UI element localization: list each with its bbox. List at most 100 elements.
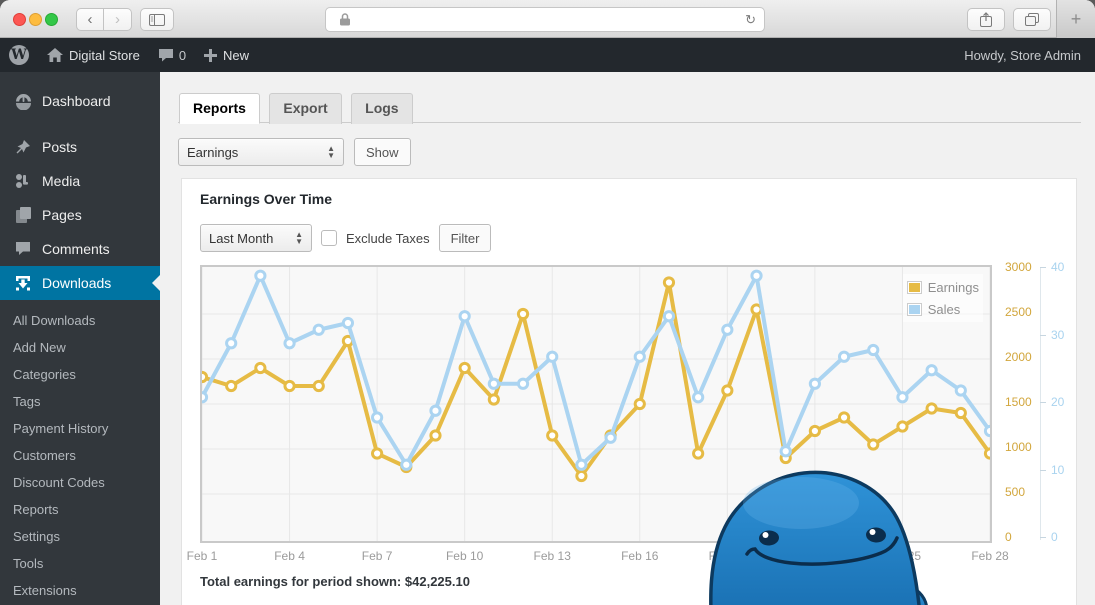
wp-logo-menu[interactable]: W — [0, 38, 38, 72]
browser-titlebar: ‹ › ↻ + — [0, 0, 1095, 38]
total-earnings-line: Total earnings for period shown: $42,225… — [200, 574, 470, 589]
lock-icon — [340, 13, 350, 26]
tab-logs[interactable]: Logs — [351, 93, 413, 124]
axis-tick-label: 10 — [1051, 462, 1065, 477]
report-type-select[interactable]: Earnings ▲ ▼ — [178, 138, 344, 166]
tabs-icon — [1025, 13, 1039, 26]
edd-mascot-graphic — [709, 470, 928, 605]
exclude-taxes-checkbox[interactable] — [321, 230, 337, 246]
media-icon — [13, 171, 33, 191]
exclude-taxes-label: Exclude Taxes — [346, 230, 430, 246]
share-icon — [980, 12, 992, 27]
legend-swatch — [906, 280, 922, 294]
sidebar-subitem-all-downloads[interactable]: All Downloads — [0, 307, 160, 334]
tab-reports[interactable]: Reports — [179, 93, 260, 124]
report-tabs: Reports Export Logs — [178, 92, 1081, 124]
comment-count: 0 — [178, 47, 187, 63]
sidebar-subitem-extensions[interactable]: Extensions — [0, 577, 160, 604]
address-bar[interactable]: ↻ — [325, 7, 765, 32]
howdy-account-menu[interactable]: Howdy, Store Admin — [964, 48, 1095, 63]
axis-tick-label: 500 — [1005, 485, 1026, 499]
select-arrows-icon: ▲ ▼ — [327, 144, 335, 160]
browser-window: ‹ › ↻ + W Digital Store 0 New Howdy, Sto… — [0, 0, 1095, 605]
sales-axis-tick — [1040, 402, 1046, 403]
sales-axis-tick — [1040, 267, 1046, 268]
axis-tick-label: 2500 — [1005, 305, 1032, 319]
share-button[interactable] — [967, 8, 1005, 31]
sidebar-subitem-customers[interactable]: Customers — [0, 442, 160, 469]
tab-export[interactable]: Export — [269, 93, 342, 124]
tab-overview-button[interactable] — [1013, 8, 1051, 31]
axis-tick-label: Feb 7 — [361, 549, 393, 563]
filter-button[interactable]: Filter — [438, 224, 492, 252]
axis-tick-label: 0 — [1051, 530, 1058, 544]
chart-area: Earnings Sales 0 500 1000 1500 2000 2500… — [187, 260, 1076, 605]
axis-tick-label: 40 — [1051, 260, 1065, 274]
axis-tick-label: Feb 16 — [621, 549, 659, 563]
dashboard-icon — [13, 91, 33, 111]
sales-axis-tick — [1040, 537, 1046, 538]
sales-axis-tick — [1040, 469, 1046, 471]
axis-tick-label: Feb 28 — [971, 549, 1009, 563]
sidebar-item-pages[interactable]: Pages — [0, 198, 160, 232]
legend-item-earnings: Earnings — [906, 276, 979, 298]
forward-button[interactable]: › — [104, 8, 132, 31]
sidebar-item-downloads[interactable]: Downloads — [0, 266, 160, 300]
sidebar-icon — [149, 13, 165, 26]
pages-icon — [13, 205, 33, 225]
show-button[interactable]: Show — [354, 138, 411, 166]
sidebar-subitem-add-new[interactable]: Add New — [0, 334, 160, 361]
comments-icon — [13, 239, 33, 259]
legend-swatch — [906, 302, 922, 316]
site-name: Digital Store — [69, 47, 140, 63]
download-icon — [13, 273, 33, 293]
date-range-select[interactable]: Last Month ▲ ▼ — [200, 224, 312, 252]
sidebar-item-comments[interactable]: Comments — [0, 232, 160, 266]
chart-legend: Earnings Sales — [902, 274, 983, 322]
new-label: New — [223, 47, 250, 63]
new-tab-button[interactable]: + — [1056, 0, 1095, 38]
axis-tick-label: 2000 — [1005, 350, 1032, 364]
axis-tick-label: Feb 13 — [533, 549, 571, 563]
sidebar-subitem-discount-codes[interactable]: Discount Codes — [0, 469, 160, 496]
new-content-menu[interactable]: New — [195, 38, 258, 72]
sidebar-subitem-payment-history[interactable]: Payment History — [0, 415, 160, 442]
legend-item-sales: Sales — [906, 298, 979, 320]
axis-tick-label: 1000 — [1005, 440, 1032, 454]
admin-sidebar: Dashboard Posts Media Pages Comments Dow… — [0, 72, 160, 605]
minimize-window-button[interactable] — [29, 13, 42, 26]
close-window-button[interactable] — [13, 13, 26, 26]
plus-icon — [204, 48, 218, 62]
back-button[interactable]: ‹ — [76, 8, 104, 31]
downloads-submenu: All Downloads Add New Categories Tags Paymen… — [0, 300, 160, 605]
sidebar-item-posts[interactable]: Posts — [0, 130, 160, 164]
axis-tick-label: Feb 4 — [274, 549, 305, 563]
sidebar-item-dashboard[interactable]: Dashboard — [0, 84, 160, 118]
sales-axis-tick — [1040, 334, 1046, 336]
axis-tick-label: 30 — [1051, 327, 1065, 342]
wp-admin-bar: W Digital Store 0 New Howdy, Store Admin — [0, 38, 1095, 72]
sidebar-subitem-tags[interactable]: Tags — [0, 388, 160, 415]
panel-title: Earnings Over Time — [200, 191, 333, 207]
sidebar-toggle-button[interactable] — [140, 8, 174, 31]
sidebar-item-media[interactable]: Media — [0, 164, 160, 198]
axis-tick-label: Feb 1 — [186, 549, 218, 563]
comments-menu[interactable]: 0 — [149, 38, 195, 72]
admin-content: Reports Export Logs Earnings ▲ ▼ Show Ear… — [160, 72, 1095, 605]
axis-tick-label: Feb 10 — [445, 549, 484, 563]
reload-button[interactable]: ↻ — [745, 12, 756, 28]
select-arrows-icon: ▲ ▼ — [295, 230, 303, 246]
site-name-menu[interactable]: Digital Store — [38, 38, 149, 72]
wordpress-logo-icon: W — [9, 45, 29, 65]
legend-label: Sales — [927, 301, 961, 317]
home-icon — [47, 47, 63, 62]
comment-bubble-icon — [158, 49, 173, 62]
pin-icon — [13, 137, 33, 157]
sidebar-subitem-settings[interactable]: Settings — [0, 523, 160, 550]
legend-label: Earnings — [927, 279, 979, 295]
sidebar-subitem-categories[interactable]: Categories — [0, 361, 160, 388]
sidebar-subitem-tools[interactable]: Tools — [0, 550, 160, 577]
earnings-report-panel: Earnings Over Time Last Month ▲ ▼ Exclude… — [181, 178, 1077, 605]
zoom-window-button[interactable] — [45, 13, 58, 26]
sidebar-subitem-reports[interactable]: Reports — [0, 496, 160, 523]
